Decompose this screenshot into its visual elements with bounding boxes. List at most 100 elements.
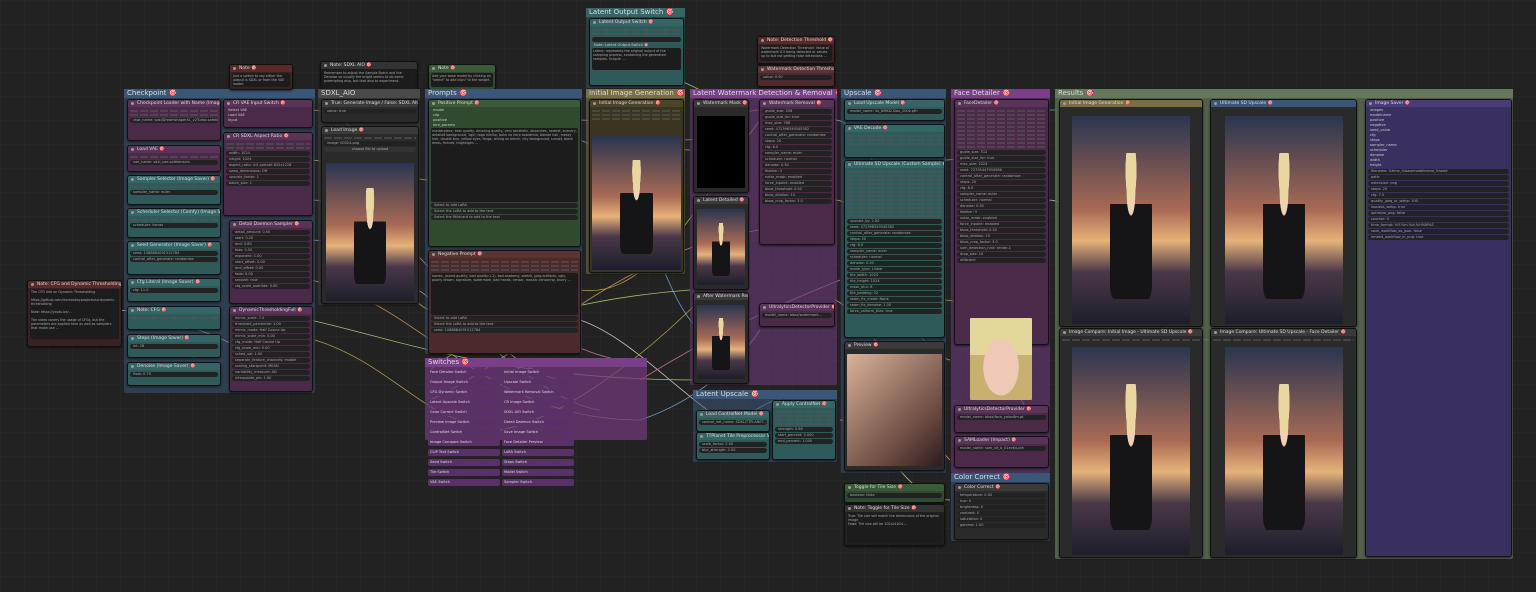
switch-toggle[interactable]: Latent Upscale Switch xyxy=(428,399,500,406)
widget-row[interactable]: scaling_startpoint: MEAN xyxy=(232,364,310,369)
widget-row[interactable]: steps: 20 xyxy=(847,237,942,242)
widget-row[interactable]: wildcard: xyxy=(957,258,1046,263)
node-image-saver[interactable]: Image Saver 🎯 images modelname positive neg… xyxy=(1365,99,1512,557)
note-text[interactable]: Add your base model by clicking on "sele… xyxy=(431,73,493,87)
node-load-vae[interactable]: Load VAE 🎯 vae_name: sdxl_vae.safetensor… xyxy=(127,145,221,172)
switch-toggle[interactable]: LoRA Switch xyxy=(502,449,574,456)
widget-row[interactable]: guide_size: 512 xyxy=(957,150,1046,155)
widget-row[interactable]: variability_measure: AD xyxy=(232,370,310,375)
widget-row[interactable]: denoise: 0.50 xyxy=(957,204,1046,209)
widget-row[interactable]: feather: 5 xyxy=(957,210,1046,215)
blur-strength-widget[interactable]: blur_strength: 2.00 xyxy=(699,448,767,453)
widget-row[interactable]: sched_val: 1.00 xyxy=(232,352,310,357)
lora-select-widget[interactable]: Select the LoRA to add to the text xyxy=(431,209,578,214)
switch-toggle[interactable]: Watermark Removal Switch xyxy=(502,389,574,396)
compare-1-image[interactable] xyxy=(1072,347,1190,555)
widget-row[interactable]: mimic_scale: 7.0 xyxy=(232,316,310,321)
widget-row[interactable]: start_offset: 0.00 xyxy=(232,260,310,265)
widget-row[interactable]: end_offset: 0.00 xyxy=(232,266,310,271)
node-cr-sdxl-aspect[interactable]: CR SDXL Aspect Ratio 🎯 width: 1024 heigh… xyxy=(223,132,313,216)
widget-row[interactable]: quality_jpeg_or_webp: 100 xyxy=(1368,199,1509,204)
node-load-image[interactable]: Load Image 🎯 image: 00024.png choose fil… xyxy=(321,126,419,304)
widget-row[interactable]: save_workflow_as_json: false xyxy=(1368,229,1509,234)
widget-row[interactable]: control_after_generate: randomize xyxy=(762,133,832,138)
widget-row[interactable]: control_after_generate: randomize xyxy=(847,231,942,236)
upscale-model-widget[interactable]: model_name: 4x_NMKD-Siax_200k.pth xyxy=(847,109,942,114)
widget-row[interactable]: force_uniform_tiles: true xyxy=(847,309,942,314)
note-cfg-dynamic-thresholding[interactable]: Note: CFG and Dynamic Thresholding 🎯 The… xyxy=(27,280,122,347)
widget-row[interactable]: filename: %time_%basemodelname_%seed xyxy=(1368,169,1509,174)
controlnet-model-widget[interactable]: control_net_name: SDXL/TTPLANET... xyxy=(699,420,767,425)
widget-row[interactable]: mask_blur: 8 xyxy=(847,285,942,290)
sampler-widget[interactable]: sampler_name: euler xyxy=(130,190,218,195)
widget-row[interactable]: sampler_name: euler xyxy=(847,249,942,254)
node-vae-decode[interactable]: VAE Decode 🎯 xyxy=(844,124,945,158)
boolean-widget[interactable]: value: true xyxy=(324,109,416,114)
steps-widget[interactable]: int: 28 xyxy=(130,344,218,349)
batch-size-widget[interactable]: batch_size: 1 xyxy=(226,181,310,186)
switch-toggle[interactable]: Tile Switch xyxy=(428,469,500,476)
widget-row[interactable]: guide_size: 256 xyxy=(762,109,832,114)
widget-row[interactable]: feather: 5 xyxy=(762,169,832,174)
widget-row[interactable]: fade: 0.00 xyxy=(232,272,310,277)
node-positive-prompt[interactable]: Positive Prompt 🎯 model clip positive lo… xyxy=(428,99,581,247)
widget-row[interactable]: separate_feature_channels: enable xyxy=(232,358,310,363)
widget-row[interactable]: sampler_name: euler xyxy=(762,151,832,156)
widget-row[interactable]: tile_width: 1024 xyxy=(847,273,942,278)
switch-toggle[interactable]: VAE Switch xyxy=(428,479,500,486)
note-text[interactable]: True: Tile size will match the dimension… xyxy=(847,513,942,543)
switch-toggle[interactable]: Detail Daemon Switch xyxy=(502,419,574,426)
vae-name-widget[interactable]: vae_name: sdxl_vae.safetensors xyxy=(130,160,218,165)
image-widget[interactable]: image: 00024.png xyxy=(324,141,416,146)
widget-row[interactable]: cfg_scale_min: 0.00 xyxy=(232,346,310,351)
widget-row[interactable]: bbox_threshold: 0.50 xyxy=(957,228,1046,233)
node-face-detailer[interactable]: FaceDetailer 🎯 guide_size: 512 guide_size… xyxy=(954,99,1049,345)
node-toggle-tile-size[interactable]: Toggle for Tile Size 🎯 boolean: false xyxy=(844,483,945,503)
widget-row[interactable]: drop_size: 10 xyxy=(957,252,1046,257)
node-watermark-removal[interactable]: Watermark Removal 🎯 guide_size: 256 guide… xyxy=(759,99,835,245)
node-after-watermark[interactable]: After Watermark Removal 🎯 xyxy=(693,292,749,384)
ckpt-name-widget[interactable]: ckpt_name: sdxl/DreamshaperXL_v2Turbo.sa… xyxy=(130,118,218,123)
node-scheduler-selector[interactable]: Scheduler Selector (Comfy) (Image Saver)… xyxy=(127,208,221,238)
switch-toggle[interactable]: Steps Switch xyxy=(502,459,574,466)
node-detail-daemon[interactable]: Detail Daemon Sampler 🎯 detail_amount: 0… xyxy=(229,220,313,304)
height-widget[interactable]: height: 1024 xyxy=(226,157,310,162)
note-text[interactable]: Just a switch to say either the output i… xyxy=(232,73,290,87)
node-load-controlnet[interactable]: Load ControlNet Model 🎯 control_net_name… xyxy=(696,410,770,432)
compare-2-image[interactable] xyxy=(1225,347,1343,555)
widget-row[interactable]: force_inpaint: enabled xyxy=(957,222,1046,227)
note-top-3[interactable]: Note 🎯 Add your base model by clicking o… xyxy=(428,64,496,90)
seed-widget[interactable]: seed: 1088884091512784 xyxy=(130,251,218,256)
width-widget[interactable]: width: 1024 xyxy=(226,151,310,156)
cfg-widget[interactable]: cfg: 11.0 xyxy=(130,288,218,293)
start-percent-widget[interactable]: start_percent: 0.000 xyxy=(775,433,833,438)
lora-select-widget[interactable]: Select the LoRA to add to the text xyxy=(431,322,578,327)
switch-toggle[interactable]: Save Image Switch xyxy=(502,429,574,436)
widget-row[interactable]: steps: 20 xyxy=(762,139,832,144)
widget-row[interactable]: guide_size_for: true xyxy=(762,115,832,120)
node-graph-canvas[interactable]: Note: CFG and Dynamic Thresholding 🎯 The… xyxy=(0,0,1536,592)
widget-row[interactable]: time_format: %Y-%m-%d-%H%M%S xyxy=(1368,223,1509,228)
node-watermark-mask[interactable]: Watermark Mask 🎯 xyxy=(693,99,749,193)
widget-row[interactable]: denoise: 0.50 xyxy=(762,163,832,168)
node-latent-detailed[interactable]: Latent Detailed 🎯 xyxy=(693,196,749,290)
node-ttplanet-tile[interactable]: TTPlanet Tile Preprocessor Simple 🎯 scal… xyxy=(696,432,770,460)
upload-button[interactable]: choose file to upload xyxy=(324,147,416,152)
widget-row[interactable]: embed_workflow_in_png: true xyxy=(1368,235,1509,240)
widget-row[interactable]: end: 0.80 xyxy=(232,242,310,247)
switch-toggle[interactable]: Face Detailer Switch xyxy=(428,369,500,376)
widget-row[interactable]: sampler_name: euler xyxy=(957,192,1046,197)
note-toggle-tile-size[interactable]: Note: Toggle for Tile Size 🎯 True: Tile … xyxy=(844,504,945,546)
widget-row[interactable]: max_size: 768 xyxy=(762,121,832,126)
widget-row[interactable]: threshold_percentile: 1.00 xyxy=(232,322,310,327)
strength-widget[interactable]: strength: 0.60 xyxy=(775,427,833,432)
add-lora-widget[interactable]: Select to add LoRA xyxy=(431,316,578,321)
widget-row[interactable]: upscale_by: 2.00 xyxy=(847,219,942,224)
node-negative-prompt[interactable]: Negative Prompt 🎯 lowres, (worst quality… xyxy=(428,250,581,354)
sam-model-widget[interactable]: model_name: sam_vit_b_01ec64.pth xyxy=(957,446,1046,451)
node-sam-loader[interactable]: SAMLoader (Impact) 🎯 model_name: sam_vit… xyxy=(954,436,1049,468)
node-color-correct[interactable]: Color Correct 🎯 temperature: 0.00 hue: 0b… xyxy=(954,483,1049,540)
widget-row[interactable]: saturation: 0 xyxy=(957,517,1046,522)
widget-row[interactable]: bbox_dilation: 10 xyxy=(957,234,1046,239)
face-model-widget[interactable]: model_name: bbox/face_yolov8m.pt xyxy=(957,415,1046,420)
